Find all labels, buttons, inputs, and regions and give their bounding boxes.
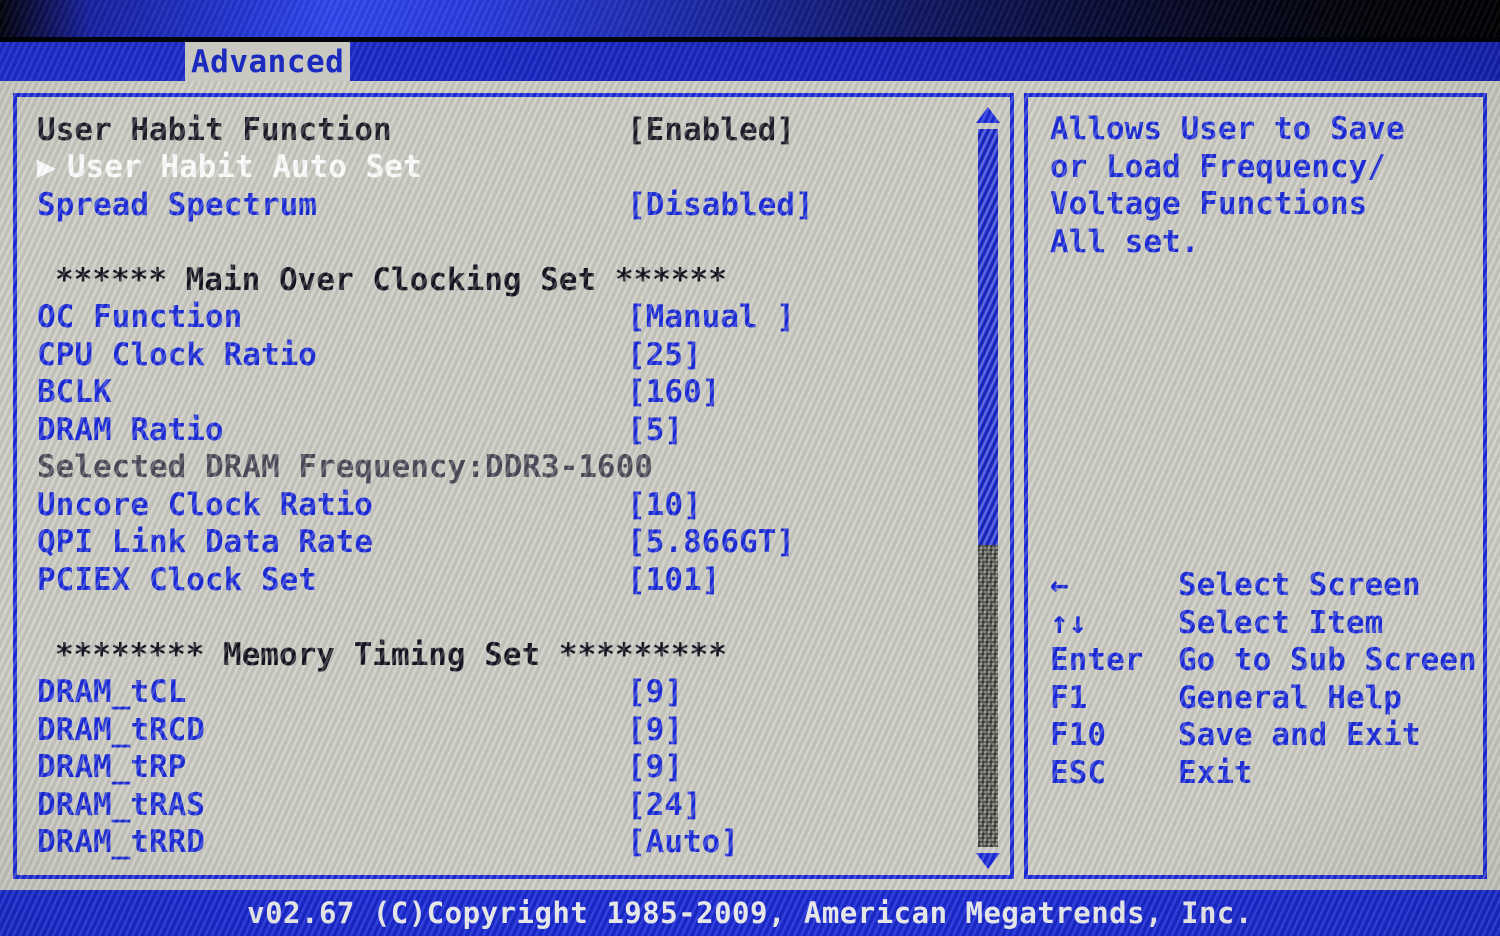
legend-description: Save and Exit bbox=[1178, 717, 1421, 753]
setting-value[interactable]: [9] bbox=[627, 749, 683, 785]
setting-label: DRAM_tRP bbox=[37, 749, 187, 786]
scroll-down-arrow-icon[interactable] bbox=[976, 853, 1000, 869]
setting-row[interactable]: DRAM Ratio [5] bbox=[37, 411, 982, 449]
help-description: Allows User to Save or Load Frequency/Vol… bbox=[1050, 111, 1470, 261]
setting-value[interactable]: [10] bbox=[627, 487, 702, 523]
copyright-text: v02.67 (C)Copyright 1985-2009, American … bbox=[247, 896, 1253, 930]
settings-scrollbar[interactable] bbox=[974, 105, 1002, 871]
legend-key: ↑↓ bbox=[1050, 604, 1088, 641]
help-line: Voltage Functions bbox=[1050, 186, 1368, 222]
setting-row[interactable]: DRAM_tRRD [Auto] bbox=[37, 824, 982, 862]
setting-label: DRAM_tCL bbox=[37, 674, 187, 711]
legend-key: F10 bbox=[1050, 717, 1106, 753]
legend-description: Select Item bbox=[1178, 604, 1384, 641]
setting-label: DRAM_tRRD bbox=[37, 824, 205, 861]
setting-row[interactable]: DRAM_tRCD [9] bbox=[37, 711, 982, 749]
setting-row[interactable]: OC Function [Manual ] bbox=[37, 299, 982, 337]
key-legend: ← Select Screen ↑↓ Select Item Enter Go to Su… bbox=[1050, 567, 1480, 792]
setting-row[interactable]: CPU Clock Ratio [25] bbox=[37, 336, 982, 374]
scrollbar-thumb-sheen bbox=[978, 129, 998, 545]
legend-key: F1 bbox=[1050, 679, 1088, 716]
legend-description: General Help bbox=[1178, 679, 1402, 716]
legend-description: Go to Sub Screen bbox=[1178, 642, 1477, 678]
legend-description: Exit bbox=[1178, 754, 1253, 791]
setting-value[interactable]: [160] bbox=[627, 374, 720, 410]
scroll-up-arrow-icon[interactable] bbox=[976, 107, 1000, 123]
setting-value[interactable]: [Auto] bbox=[627, 824, 739, 860]
setting-value[interactable]: [5] bbox=[627, 412, 683, 448]
setting-label: CPU Clock Ratio bbox=[37, 336, 317, 373]
tab-advanced[interactable]: Advanced bbox=[185, 42, 351, 81]
help-line: All set. bbox=[1050, 223, 1200, 260]
help-panel: Allows User to Save or Load Frequency/Vol… bbox=[1024, 93, 1487, 879]
legend-row: ← Select Screen bbox=[1050, 567, 1480, 605]
setting-value[interactable]: [5.866GT] bbox=[627, 524, 795, 560]
bios-desktop: User Habit Function [Enabled] ▶ User Habit … bbox=[0, 81, 1500, 890]
setting-value[interactable]: [Enabled] bbox=[627, 112, 795, 148]
submenu-row[interactable]: ▶ User Habit Auto Set bbox=[37, 149, 982, 187]
setting-label: DRAM Ratio bbox=[37, 411, 224, 448]
settings-menu-list: User Habit Function [Enabled] ▶ User Habit … bbox=[37, 111, 982, 861]
menu-tab-bar: Advanced bbox=[0, 42, 1500, 81]
legend-row: Enter Go to Sub Screen bbox=[1050, 642, 1480, 680]
setting-label: ▶ User Habit Auto Set bbox=[37, 149, 627, 185]
menu-spacer bbox=[37, 224, 982, 262]
legend-key: ESC bbox=[1050, 754, 1106, 791]
bios-setup-screen: Advanced User Habit Function [Enabled] ▶ Us… bbox=[0, 0, 1500, 936]
legend-row: ESC Exit bbox=[1050, 755, 1480, 793]
legend-row: F1 General Help bbox=[1050, 680, 1480, 718]
setting-label: User Habit Function bbox=[37, 111, 392, 148]
legend-description: Select Screen bbox=[1178, 567, 1421, 603]
section-heading: ****** Main Over Clocking Set ****** bbox=[37, 261, 982, 299]
legend-row: F10 Save and Exit bbox=[1050, 717, 1480, 755]
setting-value[interactable]: [Disabled] bbox=[627, 187, 814, 223]
section-heading-label: ******** Memory Timing Set ********* bbox=[55, 636, 727, 673]
help-line: or Load Frequency/ bbox=[1050, 148, 1386, 185]
legend-key: Enter bbox=[1050, 642, 1144, 678]
submenu-triangle-icon: ▶ bbox=[37, 149, 56, 186]
setting-row[interactable]: Uncore Clock Ratio [10] bbox=[37, 486, 982, 524]
setting-label: DRAM_tRCD bbox=[37, 711, 205, 748]
info-row-label: Selected DRAM Frequency:DDR3-1600 bbox=[37, 449, 653, 486]
setting-row[interactable]: QPI Link Data Rate [5.866GT] bbox=[37, 524, 982, 562]
section-heading: ******** Memory Timing Set ********* bbox=[37, 636, 982, 674]
setting-row[interactable]: DRAM_tRP [9] bbox=[37, 749, 982, 787]
help-line: Allows User to Save bbox=[1050, 111, 1405, 147]
legend-row: ↑↓ Select Item bbox=[1050, 605, 1480, 643]
scrollbar-thumb[interactable] bbox=[978, 129, 998, 545]
setting-value[interactable]: [Manual ] bbox=[627, 299, 795, 335]
menu-spacer bbox=[37, 599, 982, 637]
setting-row[interactable]: Spread Spectrum [Disabled] bbox=[37, 186, 982, 224]
setting-label: Uncore Clock Ratio bbox=[37, 486, 373, 523]
setting-label: QPI Link Data Rate bbox=[37, 524, 373, 561]
setting-row[interactable]: User Habit Function [Enabled] bbox=[37, 111, 982, 149]
setting-value[interactable]: [9] bbox=[627, 712, 683, 748]
setting-label: DRAM_tRAS bbox=[37, 786, 205, 823]
setting-row[interactable]: DRAM_tRAS [24] bbox=[37, 786, 982, 824]
setting-label: OC Function bbox=[37, 299, 243, 336]
info-row: Selected DRAM Frequency:DDR3-1600 bbox=[37, 449, 982, 487]
setting-row[interactable]: DRAM_tCL [9] bbox=[37, 674, 982, 712]
setting-label: Spread Spectrum bbox=[37, 186, 317, 223]
setting-label: PCIEX Clock Set bbox=[37, 561, 317, 598]
setting-label: BCLK bbox=[37, 374, 112, 411]
setting-value[interactable]: [24] bbox=[627, 787, 702, 823]
setting-label-text: User Habit Auto Set bbox=[67, 149, 422, 186]
legend-key: ← bbox=[1050, 567, 1069, 603]
setting-value[interactable]: [9] bbox=[627, 674, 683, 710]
setting-row[interactable]: PCIEX Clock Set [101] bbox=[37, 561, 982, 599]
copyright-bar: v02.67 (C)Copyright 1985-2009, American … bbox=[0, 890, 1500, 936]
section-heading-label: ****** Main Over Clocking Set ****** bbox=[55, 261, 727, 298]
setting-value[interactable]: [25] bbox=[627, 337, 702, 373]
settings-panel: User Habit Function [Enabled] ▶ User Habit … bbox=[13, 93, 1014, 879]
top-gradient-band bbox=[0, 0, 1500, 37]
scanline-overlay bbox=[0, 0, 1500, 37]
setting-row[interactable]: BCLK [160] bbox=[37, 374, 982, 412]
setting-value[interactable]: [101] bbox=[627, 562, 720, 598]
